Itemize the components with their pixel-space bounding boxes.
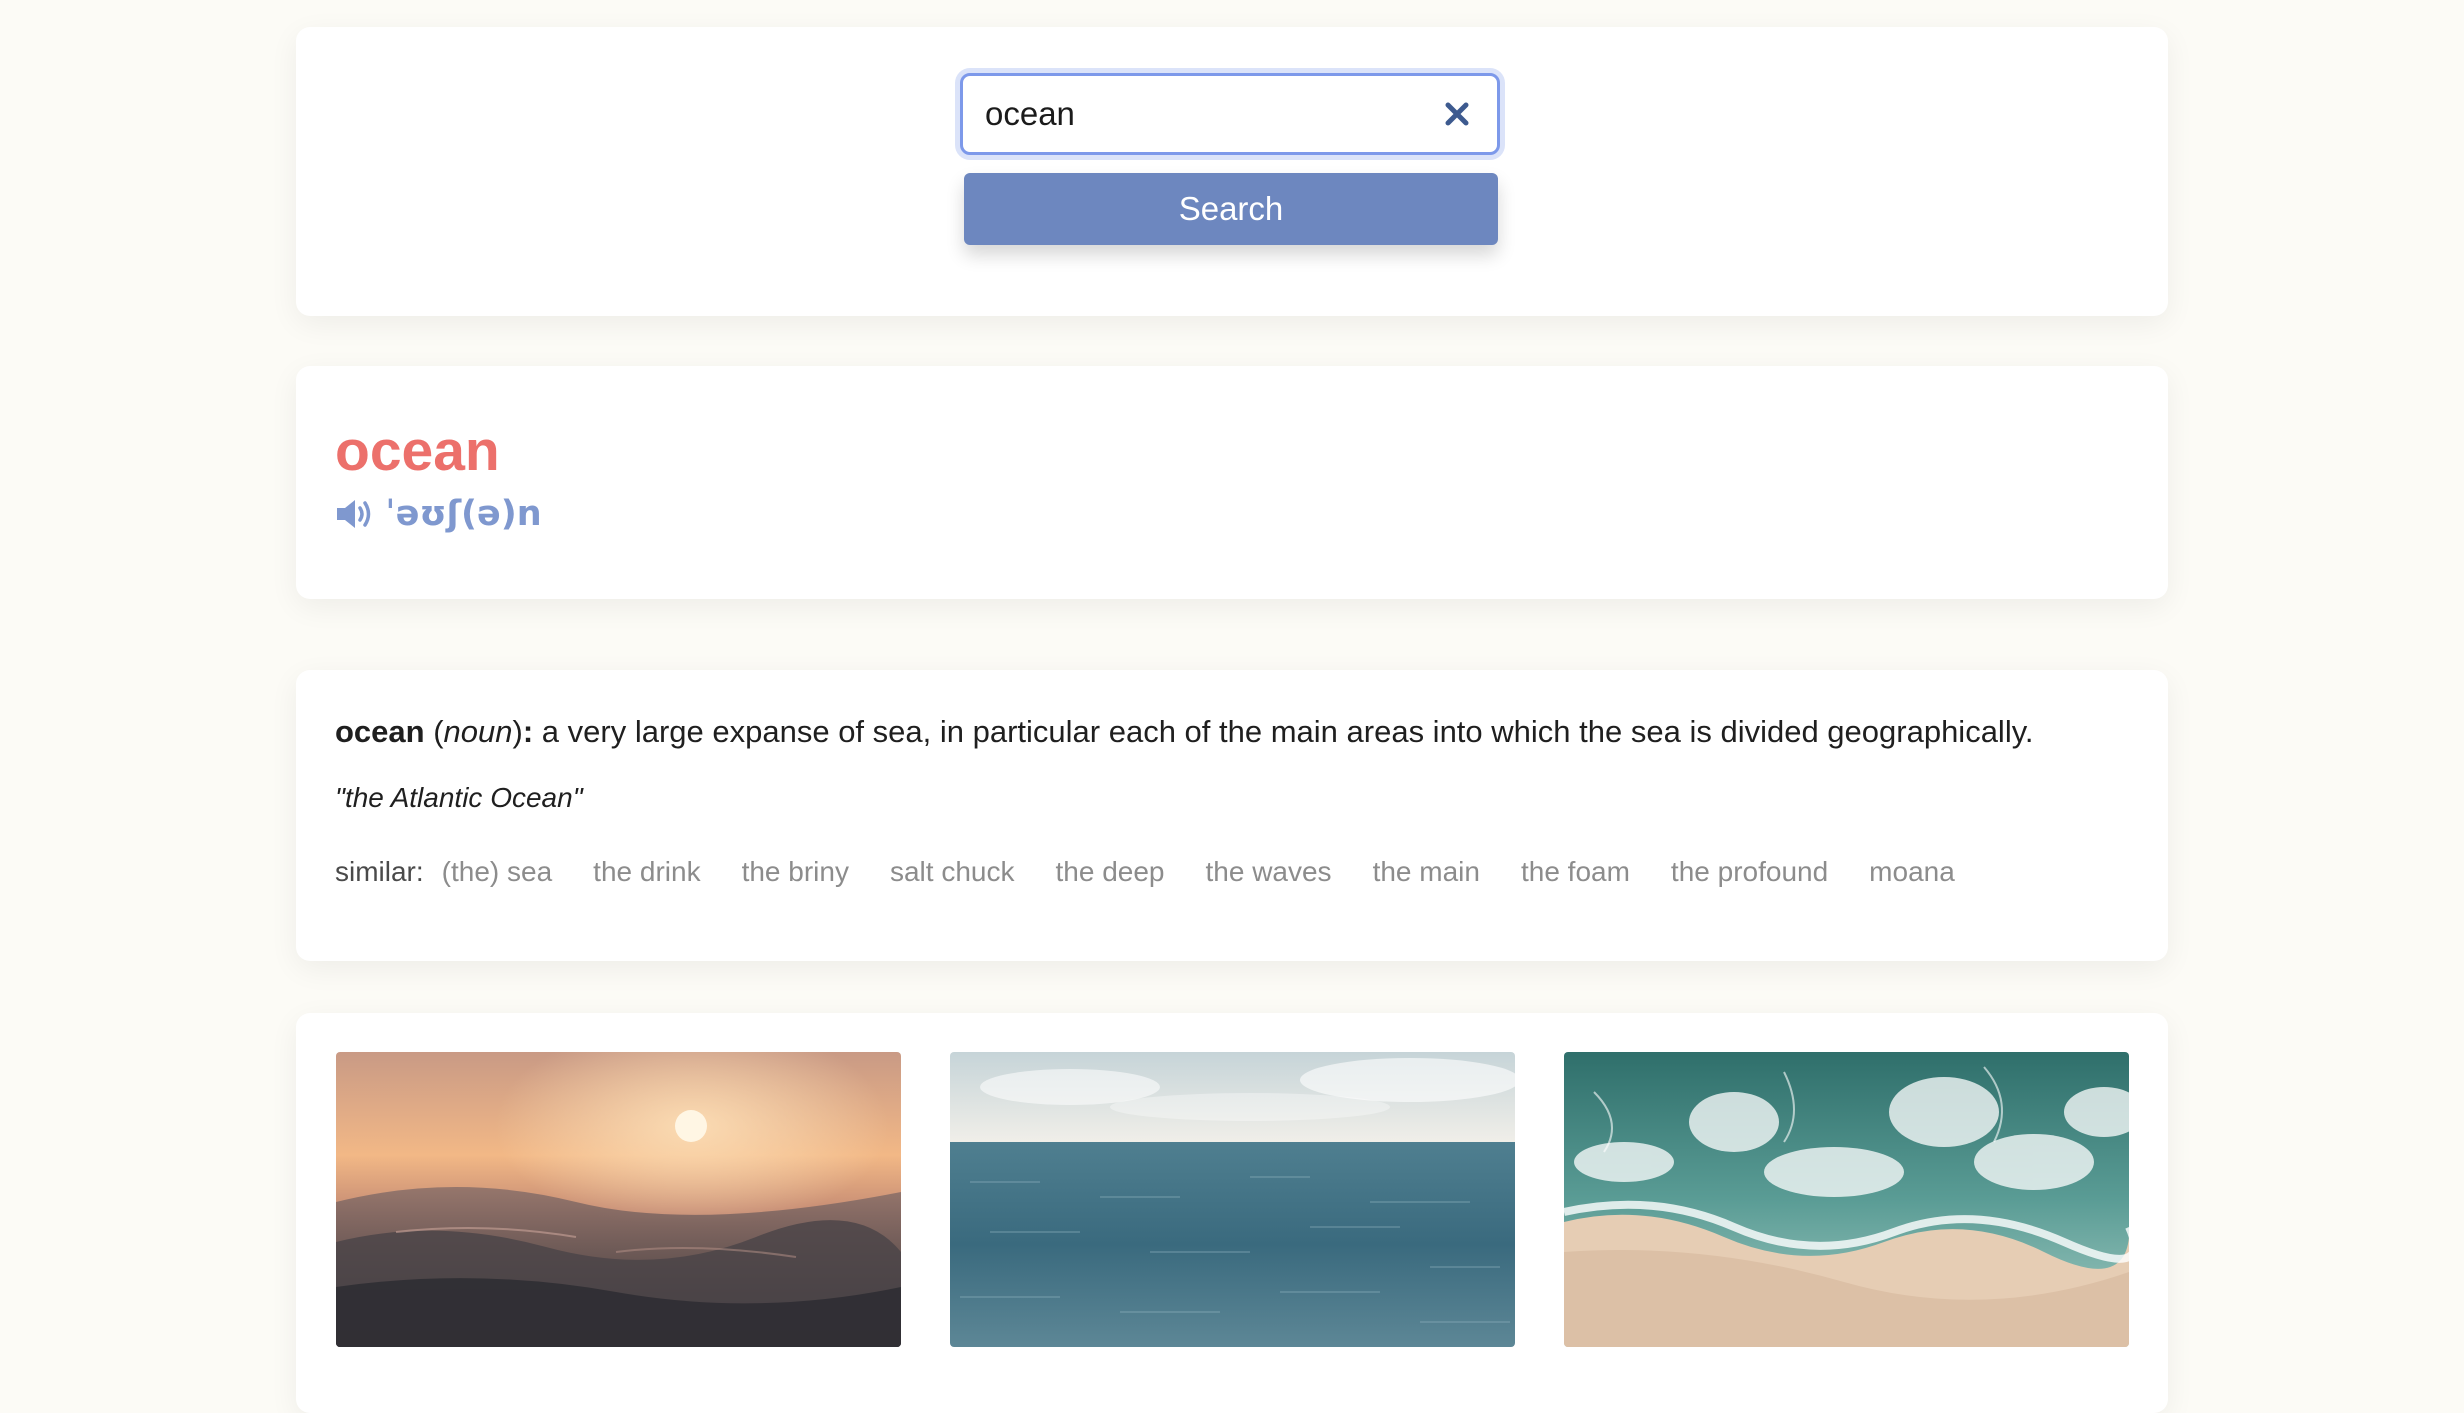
part-of-speech: noun xyxy=(443,714,513,749)
synonym-link[interactable]: the profound xyxy=(1671,856,1828,888)
synonym-link[interactable]: the main xyxy=(1373,856,1480,888)
synonym-link[interactable]: the briny xyxy=(742,856,849,888)
synonym-link[interactable]: moana xyxy=(1869,856,1955,888)
example-sentence: "the Atlantic Ocean" xyxy=(335,782,583,813)
definition-card: ocean (noun): a very large expanse of se… xyxy=(296,670,2168,961)
synonym-link[interactable]: the deep xyxy=(1055,856,1164,888)
phonetic-text: ˈəʊʃ(ə)n xyxy=(385,494,542,534)
clear-icon[interactable] xyxy=(1441,98,1473,130)
headword: ocean xyxy=(335,419,500,483)
search-box xyxy=(960,73,1500,155)
search-button[interactable]: Search xyxy=(964,173,1498,245)
synonym-link[interactable]: the drink xyxy=(593,856,700,888)
definition-word: ocean xyxy=(335,714,425,749)
definition-text: a very large expanse of sea, in particul… xyxy=(541,714,2034,749)
similar-label: similar: xyxy=(335,856,424,887)
search-card: Search xyxy=(296,27,2168,316)
pronunciation: ˈəʊʃ(ə)n xyxy=(335,492,542,536)
open-sea-photo[interactable] xyxy=(950,1052,1515,1347)
synonym-link[interactable]: the foam xyxy=(1521,856,1630,888)
synonym-link[interactable]: (the) sea xyxy=(442,856,553,888)
aerial-beach-photo[interactable] xyxy=(1564,1052,2129,1347)
speaker-icon[interactable] xyxy=(335,497,377,531)
search-input[interactable] xyxy=(963,76,1497,152)
similar-words: similar: (the) sea the drink the briny s… xyxy=(335,856,1996,888)
definition-line: ocean (noun): a very large expanse of se… xyxy=(335,714,2034,749)
word-header-card: ocean ˈəʊʃ(ə)n xyxy=(296,366,2168,599)
synonym-link[interactable]: salt chuck xyxy=(890,856,1015,888)
images-card xyxy=(296,1013,2168,1413)
sunset-wave-photo[interactable] xyxy=(336,1052,901,1347)
synonym-link[interactable]: the waves xyxy=(1205,856,1331,888)
